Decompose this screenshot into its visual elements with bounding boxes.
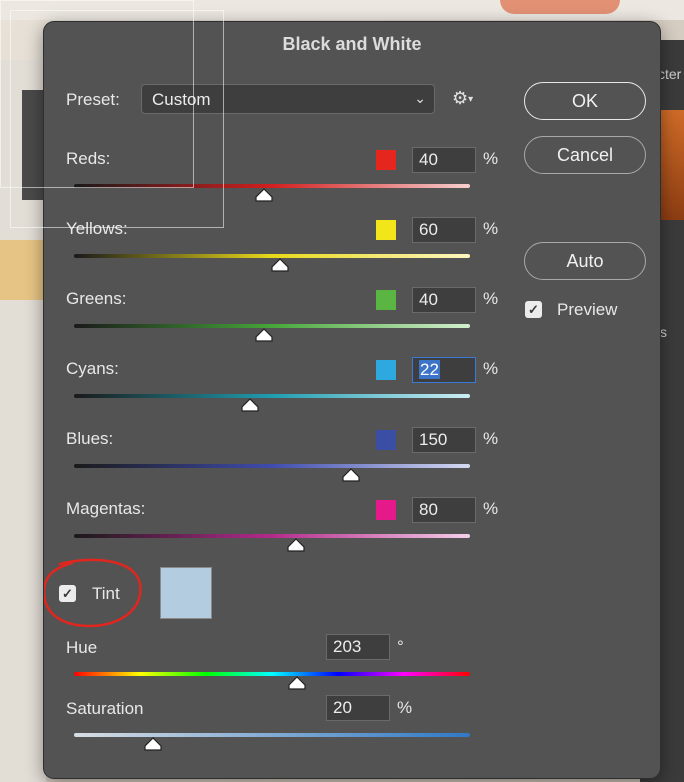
saturation-label: Saturation — [66, 699, 144, 718]
layer-thumbnail — [658, 110, 684, 220]
slider-label: Reds: — [66, 149, 111, 168]
tint-color-swatch[interactable] — [160, 567, 212, 619]
slider-value-input[interactable]: 40 — [412, 147, 476, 173]
slider-track[interactable] — [74, 534, 470, 538]
black-and-white-dialog: Black and White Preset: Custom ⌄ ⚙▾ OK C… — [44, 22, 660, 778]
panel-text: cter — [658, 66, 682, 82]
saturation-slider-track[interactable] — [74, 733, 470, 737]
slider-value-input[interactable]: 150 — [412, 427, 476, 453]
selected-text: 22 — [419, 360, 440, 379]
color-swatch — [376, 150, 396, 170]
slider-track[interactable] — [74, 464, 470, 468]
chevron-down-icon: ⌄ — [414, 90, 426, 106]
preview-label: Preview — [557, 300, 618, 319]
gear-icon[interactable]: ⚙▾ — [452, 88, 473, 109]
background-shape — [500, 0, 620, 14]
tint-checkbox[interactable]: ✓ — [59, 585, 76, 602]
tint-label: Tint — [92, 584, 120, 603]
slider-label: Greens: — [66, 289, 127, 308]
preset-label: Preset: — [66, 90, 120, 109]
percent-unit: % — [483, 429, 499, 448]
hue-input[interactable]: 203 — [326, 634, 390, 660]
slider-track[interactable] — [74, 394, 470, 398]
color-swatch — [376, 500, 396, 520]
hue-slider-track[interactable] — [74, 672, 470, 676]
slider-label: Cyans: — [66, 359, 119, 378]
dialog-title: Black and White — [282, 34, 422, 54]
saturation-input[interactable]: 20 — [326, 695, 390, 721]
slider-value-input[interactable]: 80 — [412, 497, 476, 523]
cancel-button[interactable]: Cancel — [524, 136, 646, 174]
background-sand-area — [0, 240, 46, 300]
slider-label: Magentas: — [66, 499, 146, 518]
color-swatch — [376, 220, 396, 240]
percent-unit: % — [483, 289, 499, 308]
hue-unit: ° — [397, 637, 404, 656]
panel-text: s — [660, 324, 667, 340]
slider-value-input[interactable]: 40 — [412, 287, 476, 313]
hue-label: Hue — [66, 638, 98, 657]
preset-value: Custom — [152, 90, 211, 109]
percent-unit: % — [483, 149, 499, 168]
ok-button[interactable]: OK — [524, 82, 646, 120]
preview-checkbox[interactable]: ✓ — [525, 301, 542, 318]
percent-unit: % — [483, 359, 499, 378]
background-left — [0, 60, 46, 782]
preset-dropdown[interactable]: Custom ⌄ — [141, 84, 435, 114]
color-swatch — [376, 430, 396, 450]
saturation-unit: % — [397, 698, 413, 717]
auto-button[interactable]: Auto — [524, 242, 646, 280]
color-swatch — [376, 360, 396, 380]
percent-unit: % — [483, 219, 499, 238]
color-swatch — [376, 290, 396, 310]
slider-value-input[interactable]: 22 — [412, 357, 476, 383]
slider-label: Blues: — [66, 429, 114, 448]
background-dark-area — [22, 90, 46, 200]
slider-value-input[interactable]: 60 — [412, 217, 476, 243]
slider-label: Yellows: — [66, 219, 128, 238]
percent-unit: % — [483, 499, 499, 518]
